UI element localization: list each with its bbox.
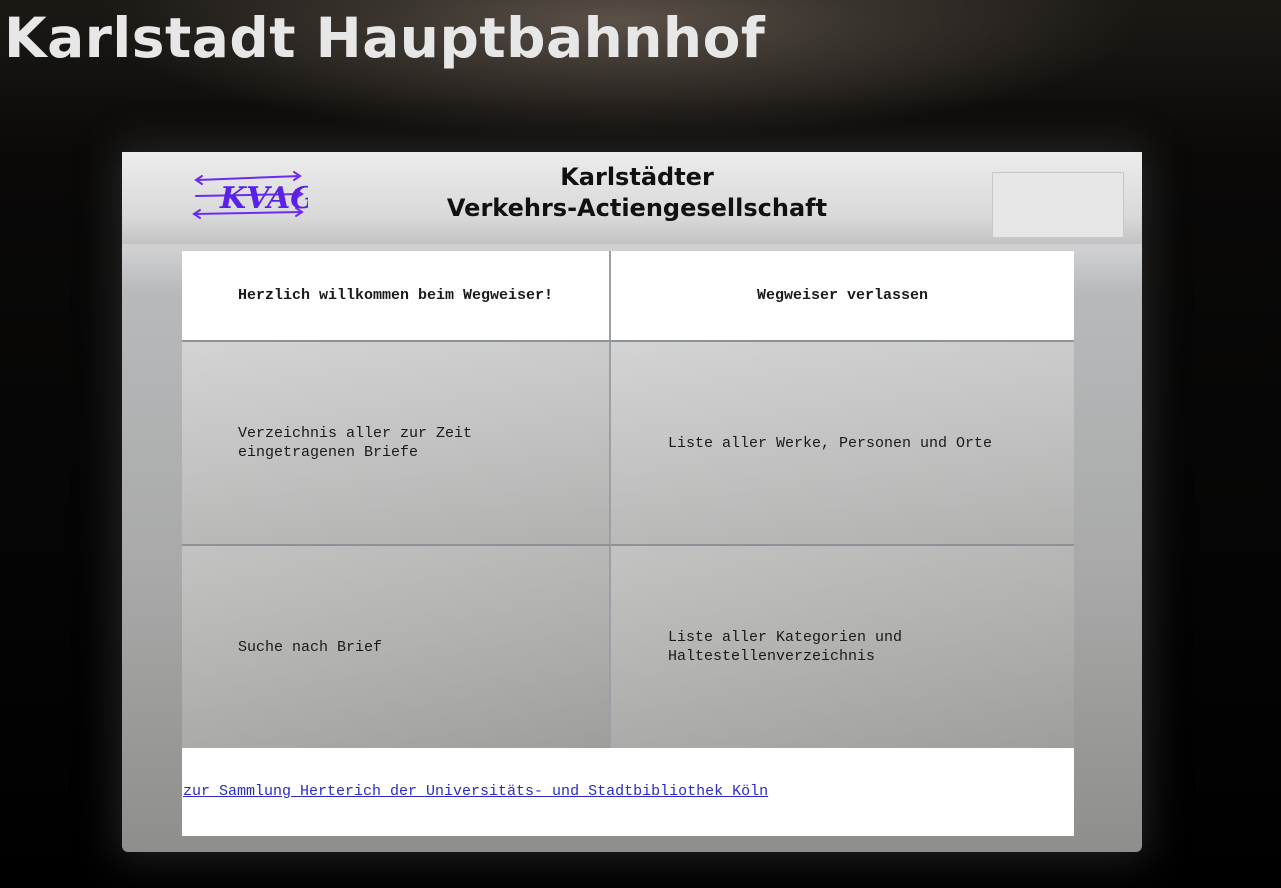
menu-header-row: Herzlich willkommen beim Wegweiser! Wegw… <box>182 251 1074 340</box>
letter-search-link[interactable]: Suche nach Brief <box>182 544 611 748</box>
logo-letters: KVAG <box>219 181 308 216</box>
banner-decor-box <box>992 172 1124 238</box>
categories-list-link[interactable]: Liste aller Kategorien und Haltestellenv… <box>611 544 1074 748</box>
station-title: Karlstadt Hauptbahnhof <box>4 6 766 70</box>
library-collection-link[interactable]: zur Sammlung Herterich der Universitäts-… <box>183 783 768 800</box>
works-list-label: Liste aller Werke, Personen und Orte <box>668 434 993 452</box>
works-list-link[interactable]: Liste aller Werke, Personen und Orte <box>611 340 1074 544</box>
letter-search-label: Suche nach Brief <box>238 638 383 656</box>
company-name: Karlstädter Verkehrs-Actiengesellschaft <box>422 162 852 224</box>
wegweiser-menu: Herzlich willkommen beim Wegweiser! Wegw… <box>182 251 1074 748</box>
menu-row-2: Suche nach Brief Liste aller Kategorien … <box>182 544 1074 748</box>
kvag-logo-icon: KVAG <box>192 171 308 219</box>
company-banner: KVAG Karlstädter Verkehrs-Actiengesellsc… <box>122 152 1142 244</box>
welcome-heading: Herzlich willkommen beim Wegweiser! <box>182 251 611 340</box>
kiosk-stage: Karlstadt Hauptbahnhof KVAG Karlstädter <box>0 0 1281 888</box>
footer-panel: zur Sammlung Herterich der Universitäts-… <box>182 748 1074 836</box>
company-name-line1: Karlstädter <box>560 163 714 191</box>
exit-wegweiser-link[interactable]: Wegweiser verlassen <box>611 251 1074 340</box>
categories-list-label: Liste aller Kategorien und Haltestellenv… <box>668 629 903 665</box>
menu-row-1: Verzeichnis aller zur Zeit eingetragenen… <box>182 340 1074 544</box>
letters-directory-link[interactable]: Verzeichnis aller zur Zeit eingetragenen… <box>182 340 611 544</box>
company-name-line2: Verkehrs-Actiengesellschaft <box>446 194 828 222</box>
letters-directory-label: Verzeichnis aller zur Zeit eingetragenen… <box>238 425 473 461</box>
